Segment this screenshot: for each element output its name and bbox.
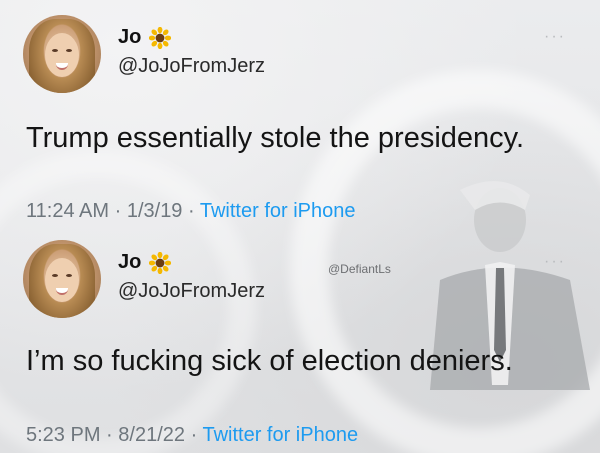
avatar[interactable]: [23, 15, 101, 93]
tweet-time[interactable]: 11:24 AM: [26, 200, 109, 222]
sunflower-icon: [149, 26, 172, 49]
separator: ·: [106, 424, 113, 446]
display-name-row[interactable]: Jo: [118, 251, 172, 274]
tweet-meta: 5:23 PM · 8/21/22 · Twitter for iPhone: [26, 424, 358, 447]
tweet-time[interactable]: 5:23 PM: [26, 424, 100, 446]
tweet-source-link[interactable]: Twitter for iPhone: [202, 424, 358, 446]
handle[interactable]: @JoJoFromJerz: [118, 55, 265, 78]
tweet-date[interactable]: 8/21/22: [118, 424, 185, 446]
more-options-icon[interactable]: ···: [544, 28, 566, 46]
avatar[interactable]: [23, 240, 101, 318]
avatar-eye: [66, 49, 72, 52]
sunflower-icon: [149, 251, 172, 274]
avatar-eye: [52, 274, 58, 277]
more-options-icon[interactable]: ···: [544, 253, 566, 271]
tweet-text: I’m so fucking sick of election deniers.: [26, 345, 513, 377]
separator: ·: [190, 424, 198, 446]
handle[interactable]: @JoJoFromJerz: [118, 280, 265, 303]
tweet-date[interactable]: 1/3/19: [127, 200, 183, 222]
tweet-source-link[interactable]: Twitter for iPhone: [200, 200, 356, 222]
separator: ·: [114, 200, 122, 222]
avatar-face: [45, 258, 79, 302]
tweet-meta: 11:24 AM · 1/3/19 · Twitter for iPhone: [26, 200, 356, 223]
display-name[interactable]: Jo: [118, 26, 141, 49]
display-name[interactable]: Jo: [118, 251, 141, 274]
avatar-eye: [66, 274, 72, 277]
display-name-row[interactable]: Jo: [118, 26, 172, 49]
avatar-eye: [52, 49, 58, 52]
separator: ·: [188, 200, 195, 222]
watermark: @DefiantLs: [328, 262, 391, 276]
avatar-face: [45, 33, 79, 77]
tweet-text: Trump essentially stole the presidency.: [26, 122, 525, 154]
